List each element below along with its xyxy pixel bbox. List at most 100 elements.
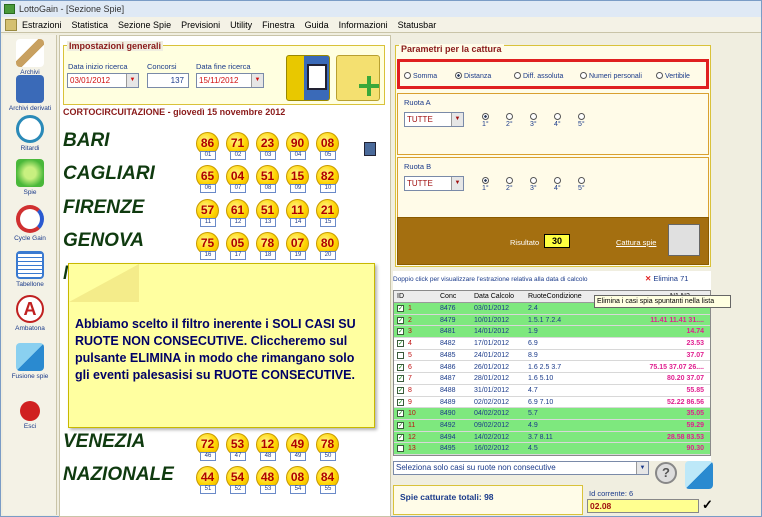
col-cond[interactable]: RuoteCondizione bbox=[528, 291, 582, 302]
chevron-down-icon[interactable]: ▼ bbox=[636, 462, 648, 474]
row-checkbox[interactable]: ✓ bbox=[397, 363, 404, 371]
table-cell: 37.07 bbox=[686, 351, 704, 359]
result-field[interactable]: 30 bbox=[544, 234, 570, 248]
position-radio[interactable]: 5° bbox=[578, 113, 587, 128]
check-icon[interactable]: ✓ bbox=[702, 497, 713, 513]
sidebar-item-tabellone[interactable]: Tabellone bbox=[3, 251, 57, 288]
chevron-down-icon[interactable]: ▼ bbox=[251, 74, 263, 87]
table-cell: 4.5 bbox=[528, 445, 538, 453]
table-cell: 4.7 bbox=[528, 386, 538, 394]
position-radio[interactable]: 4° bbox=[554, 177, 563, 192]
menu-previsioni[interactable]: Previsioni bbox=[176, 17, 225, 32]
position-radio[interactable]: 4° bbox=[554, 113, 563, 128]
table-cell: 04/02/2012 bbox=[474, 410, 510, 418]
position-radio[interactable]: 5° bbox=[578, 177, 587, 192]
mode-numeri-personali[interactable]: Numeri personali bbox=[580, 72, 642, 80]
merge-icon[interactable] bbox=[685, 461, 713, 489]
sidebar-item-archivi-derivati[interactable]: Archivi derivati bbox=[3, 75, 57, 112]
table-cell: 14.74 bbox=[686, 328, 704, 336]
filter-select[interactable]: Seleziona solo casi su ruote non consecu… bbox=[393, 461, 649, 475]
menu-utility[interactable]: Utility bbox=[225, 17, 257, 32]
position-radio[interactable]: 2° bbox=[506, 177, 515, 192]
col-id[interactable]: ID bbox=[397, 291, 404, 302]
table-row[interactable]: ✓ 8 8488 31/01/2012 4.7 55.85 bbox=[394, 384, 710, 397]
sidebar-item-cycle-gain[interactable]: Cycle Gain bbox=[3, 205, 57, 242]
start-date-field[interactable]: 03/01/2012 ▼ bbox=[67, 73, 139, 88]
table-row[interactable]: ✓ 6 8486 26/01/2012 1.6 2.5 3.7 75.15 37.07 2… bbox=[394, 361, 710, 374]
row-checkbox[interactable]: ✓ bbox=[397, 398, 404, 406]
position-label: 12 bbox=[230, 218, 246, 227]
mode-diff-assoluta[interactable]: Diff. assoluta bbox=[514, 72, 563, 80]
sidebar-item-ritardi[interactable]: Ritardi bbox=[3, 115, 57, 152]
table-row[interactable]: ✓ 7 8487 28/01/2012 1.6 5.10 80.20 37.07 bbox=[394, 373, 710, 385]
row-checkbox[interactable]: ✓ bbox=[397, 305, 404, 312]
row-checkbox[interactable]: ✓ bbox=[397, 340, 404, 348]
col-date[interactable]: Data Calcolo bbox=[474, 291, 514, 302]
col-conc[interactable]: Conc bbox=[440, 291, 456, 302]
printer-icon[interactable] bbox=[364, 142, 376, 156]
position-radio[interactable]: 3° bbox=[530, 177, 539, 192]
menu-app-icon[interactable] bbox=[5, 19, 17, 31]
row-checkbox[interactable] bbox=[397, 351, 404, 359]
capture-label[interactable]: Cattura spie bbox=[616, 238, 656, 247]
row-checkbox[interactable]: ✓ bbox=[397, 433, 404, 441]
elimina-button[interactable]: ✕ Elimina 71 bbox=[645, 274, 688, 283]
table-row[interactable]: ✓ 4 8482 17/01/2012 6.9 23.53 bbox=[394, 338, 710, 350]
row-checkbox[interactable]: ✓ bbox=[397, 422, 404, 429]
help-icon[interactable]: ? bbox=[655, 462, 677, 484]
position-radio[interactable]: 2° bbox=[506, 113, 515, 128]
row-checkbox[interactable]: ✓ bbox=[397, 375, 404, 383]
camera-icon[interactable] bbox=[668, 224, 700, 256]
letter-a-icon: A bbox=[16, 295, 44, 323]
position-label: 51 bbox=[200, 485, 216, 494]
sidebar-item-archivi[interactable]: Archivi bbox=[3, 39, 57, 76]
menu-finestra[interactable]: Finestra bbox=[257, 17, 300, 32]
position-label: 20 bbox=[320, 251, 336, 260]
row-checkbox[interactable]: ✓ bbox=[397, 328, 404, 336]
menu-statistica[interactable]: Statistica bbox=[67, 17, 114, 32]
menu-guida[interactable]: Guida bbox=[300, 17, 334, 32]
save-button[interactable] bbox=[286, 55, 330, 101]
row-checkbox[interactable]: ✓ bbox=[397, 316, 404, 324]
app-window: LottoGain - [Sezione Spie] Estrazioni St… bbox=[0, 0, 762, 517]
menu-sezione-spie[interactable]: Sezione Spie bbox=[113, 17, 176, 32]
table-row[interactable]: ✓ 3 8481 14/01/2012 1.9 14.74 bbox=[394, 326, 710, 339]
sidebar-item-esci[interactable]: Esci bbox=[3, 401, 57, 430]
chevron-down-icon[interactable]: ▼ bbox=[451, 177, 463, 190]
chevron-down-icon[interactable]: ▼ bbox=[451, 113, 463, 126]
menu-statusbar[interactable]: Statusbar bbox=[393, 17, 442, 32]
menu-estrazioni[interactable]: Estrazioni bbox=[17, 17, 67, 32]
sidebar-item-ambatona[interactable]: A Ambatona bbox=[3, 295, 57, 332]
table-row[interactable]: ✓ 11 8492 09/02/2012 4.9 59.29 bbox=[394, 420, 710, 432]
menu-informazioni[interactable]: Informazioni bbox=[334, 17, 393, 32]
position-label: 14 bbox=[290, 218, 306, 227]
position-label: 48 bbox=[260, 452, 276, 461]
sidebar-item-spie[interactable]: Spie bbox=[3, 159, 57, 196]
chevron-down-icon[interactable]: ▼ bbox=[126, 74, 138, 87]
row-checkbox[interactable] bbox=[397, 445, 404, 453]
ruota-b-select[interactable]: TUTTE ▼ bbox=[404, 176, 464, 191]
row-checkbox[interactable]: ✓ bbox=[397, 386, 404, 394]
radio-selected-icon bbox=[455, 72, 462, 79]
sidebar: Archivi Archivi derivati Ritardi Spie Cy… bbox=[3, 35, 57, 515]
table-row[interactable]: 5 8485 24/01/2012 8.9 37.07 bbox=[394, 349, 710, 362]
table-row[interactable]: ✓ 2 8479 10/01/2012 1.5.1 7.2.4 11.41 11.41 3… bbox=[394, 314, 710, 327]
start-date-label: Data inizio ricerca bbox=[68, 62, 128, 71]
table-row[interactable]: ✓ 12 8494 14/02/2012 3.7 8.11 28.58 83.53 bbox=[394, 431, 710, 444]
end-date-field[interactable]: 15/11/2012 ▼ bbox=[196, 73, 264, 88]
table-row[interactable]: 13 8495 16/02/2012 4.5 90.30 bbox=[394, 443, 710, 456]
position-radio[interactable]: 3° bbox=[530, 113, 539, 128]
table-row[interactable]: ✓ 9 8489 02/02/2012 6.9 7.10 52.22 86.56 bbox=[394, 396, 710, 409]
row-checkbox[interactable]: ✓ bbox=[397, 410, 404, 418]
sidebar-item-fusione-spie[interactable]: Fusione spie bbox=[3, 343, 57, 380]
position-radio[interactable]: 1° bbox=[482, 113, 491, 128]
export-button[interactable] bbox=[336, 55, 380, 101]
position-radio[interactable]: 1° bbox=[482, 177, 491, 192]
ruota-a-select[interactable]: TUTTE ▼ bbox=[404, 112, 464, 127]
table-row[interactable]: ✓ 10 8490 04/02/2012 5.7 35.05 bbox=[394, 408, 710, 420]
mode-vertibile[interactable]: Vertibile bbox=[656, 72, 690, 80]
mode-somma[interactable]: Somma bbox=[404, 72, 437, 80]
mode-distanza[interactable]: Distanza bbox=[455, 72, 491, 80]
current-id-field[interactable]: 02.08 bbox=[587, 499, 699, 513]
concorsi-field[interactable]: 137 bbox=[147, 73, 189, 88]
